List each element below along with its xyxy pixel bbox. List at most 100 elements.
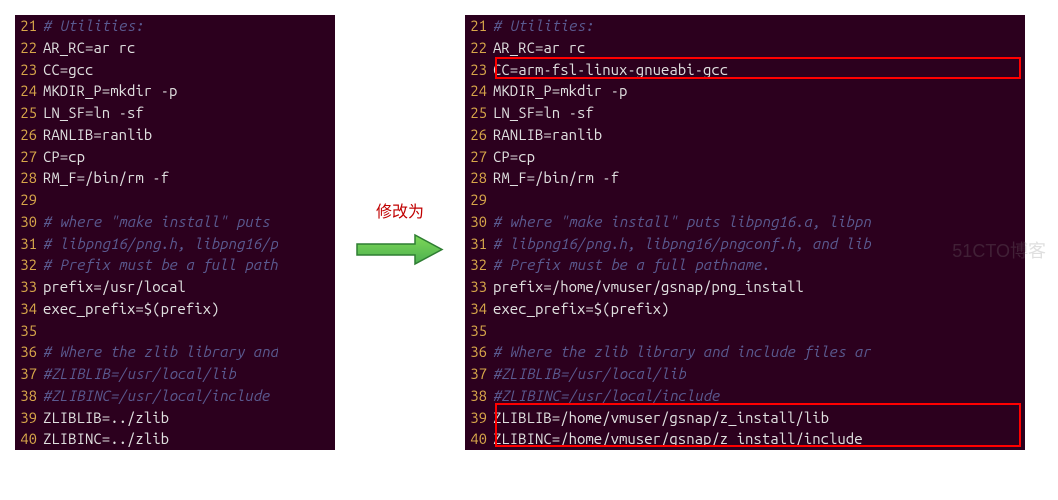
line-content: AR_RC=ar rc (493, 37, 585, 59)
code-line: 30# where "make install" puts (15, 211, 335, 233)
line-number: 37 (465, 363, 493, 385)
line-content: # libpng16/png.h, libpng16/p (43, 233, 278, 255)
code-line: 32# Prefix must be a full path (15, 254, 335, 276)
code-line: 38#ZLIBINC=/usr/local/include (15, 385, 335, 407)
code-line: 21# Utilities: (15, 15, 335, 37)
line-number: 24 (15, 80, 43, 102)
line-number: 30 (465, 211, 493, 233)
line-content: ZLIBINC=/home/vmuser/gsnap/z_install/inc… (493, 428, 863, 450)
line-number: 31 (465, 233, 493, 255)
line-number: 39 (465, 407, 493, 429)
code-line: 26RANLIB=ranlib (465, 124, 1025, 146)
code-line: 21# Utilities: (465, 15, 1025, 37)
code-line: 36# Where the zlib library and (15, 341, 335, 363)
code-line: 22AR_RC=ar rc (15, 37, 335, 59)
line-number: 32 (15, 254, 43, 276)
code-line: 24MKDIR_P=mkdir -p (465, 80, 1025, 102)
line-content: # libpng16/png.h, libpng16/pngconf.h, an… (493, 233, 871, 255)
code-line: 40ZLIBINC=../zlib (15, 428, 335, 450)
line-number: 28 (15, 167, 43, 189)
line-number: 34 (465, 298, 493, 320)
code-editor-after: 21# Utilities:22AR_RC=ar rc23CC=arm-fsl-… (465, 15, 1025, 450)
line-number: 21 (465, 15, 493, 37)
line-content: # Prefix must be a full path (43, 254, 278, 276)
code-line: 27CP=cp (465, 146, 1025, 168)
code-line: 29 (465, 189, 1025, 211)
code-line: 38#ZLIBINC=/usr/local/include (465, 385, 1025, 407)
line-content: prefix=/usr/local (43, 276, 186, 298)
code-line: 34exec_prefix=$(prefix) (465, 298, 1025, 320)
line-number: 28 (465, 167, 493, 189)
line-content: # Prefix must be a full pathname. (493, 254, 770, 276)
line-number: 36 (15, 341, 43, 363)
line-content: MKDIR_P=mkdir -p (43, 80, 177, 102)
line-content: RM_F=/bin/rm -f (43, 167, 169, 189)
code-line: 23CC=gcc (15, 59, 335, 81)
line-content: exec_prefix=$(prefix) (493, 298, 669, 320)
code-line: 29 (15, 189, 335, 211)
line-content: CC=gcc (43, 59, 93, 81)
line-content: AR_RC=ar rc (43, 37, 135, 59)
line-number: 30 (15, 211, 43, 233)
line-number: 24 (465, 80, 493, 102)
line-number: 27 (15, 146, 43, 168)
code-line: 26RANLIB=ranlib (15, 124, 335, 146)
line-content: ZLIBINC=../zlib (43, 428, 169, 450)
line-number: 33 (15, 276, 43, 298)
code-line: 27CP=cp (15, 146, 335, 168)
code-line: 39ZLIBLIB=../zlib (15, 407, 335, 429)
code-line: 32# Prefix must be a full pathname. (465, 254, 1025, 276)
change-label: 修改为 (376, 198, 424, 222)
line-number: 39 (15, 407, 43, 429)
line-number: 31 (15, 233, 43, 255)
line-number: 38 (465, 385, 493, 407)
line-content: RANLIB=ranlib (493, 124, 602, 146)
code-line: 33prefix=/usr/local (15, 276, 335, 298)
code-line: 24MKDIR_P=mkdir -p (15, 80, 335, 102)
arrow-right-icon (355, 232, 445, 267)
line-content: #ZLIBINC=/usr/local/include (43, 385, 270, 407)
line-content: # where "make install" puts (43, 211, 278, 233)
line-number: 29 (15, 189, 43, 211)
line-content: #ZLIBLIB=/usr/local/lib (493, 363, 686, 385)
line-number: 35 (465, 320, 493, 342)
code-line: 25LN_SF=ln -sf (465, 102, 1025, 124)
line-number: 40 (15, 428, 43, 450)
code-line: 23CC=arm-fsl-linux-gnueabi-gcc (465, 59, 1025, 81)
line-content: CP=cp (43, 146, 85, 168)
code-line: 40ZLIBINC=/home/vmuser/gsnap/z_install/i… (465, 428, 1025, 450)
line-number: 34 (15, 298, 43, 320)
line-number: 23 (15, 59, 43, 81)
transition-indicator: 修改为 (355, 198, 445, 267)
line-content: # Where the zlib library and include fil… (493, 341, 871, 363)
line-content: #ZLIBINC=/usr/local/include (493, 385, 720, 407)
line-number: 25 (15, 102, 43, 124)
line-number: 26 (465, 124, 493, 146)
line-content: RM_F=/bin/rm -f (493, 167, 619, 189)
line-content: ZLIBLIB=../zlib (43, 407, 169, 429)
line-number: 37 (15, 363, 43, 385)
line-number: 33 (465, 276, 493, 298)
line-number: 25 (465, 102, 493, 124)
line-content: # Where the zlib library and (43, 341, 278, 363)
line-number: 27 (465, 146, 493, 168)
line-number: 36 (465, 341, 493, 363)
line-content: # Utilities: (43, 15, 144, 37)
code-line: 39ZLIBLIB=/home/vmuser/gsnap/z_install/l… (465, 407, 1025, 429)
code-line: 31# libpng16/png.h, libpng16/pngconf.h, … (465, 233, 1025, 255)
line-number: 32 (465, 254, 493, 276)
left-code-panel: 21# Utilities:22AR_RC=ar rc23CC=gcc24MKD… (15, 15, 335, 450)
line-number: 21 (15, 15, 43, 37)
code-line: 35 (465, 320, 1025, 342)
code-line: 33prefix=/home/vmuser/gsnap/png_install (465, 276, 1025, 298)
line-number: 35 (15, 320, 43, 342)
line-number: 22 (465, 37, 493, 59)
line-content: # where "make install" puts libpng16.a, … (493, 211, 871, 233)
code-line: 22AR_RC=ar rc (465, 37, 1025, 59)
code-line: 31# libpng16/png.h, libpng16/p (15, 233, 335, 255)
line-content: #ZLIBLIB=/usr/local/lib (43, 363, 236, 385)
code-line: 34exec_prefix=$(prefix) (15, 298, 335, 320)
line-content: exec_prefix=$(prefix) (43, 298, 219, 320)
code-line: 28RM_F=/bin/rm -f (465, 167, 1025, 189)
code-line: 28RM_F=/bin/rm -f (15, 167, 335, 189)
